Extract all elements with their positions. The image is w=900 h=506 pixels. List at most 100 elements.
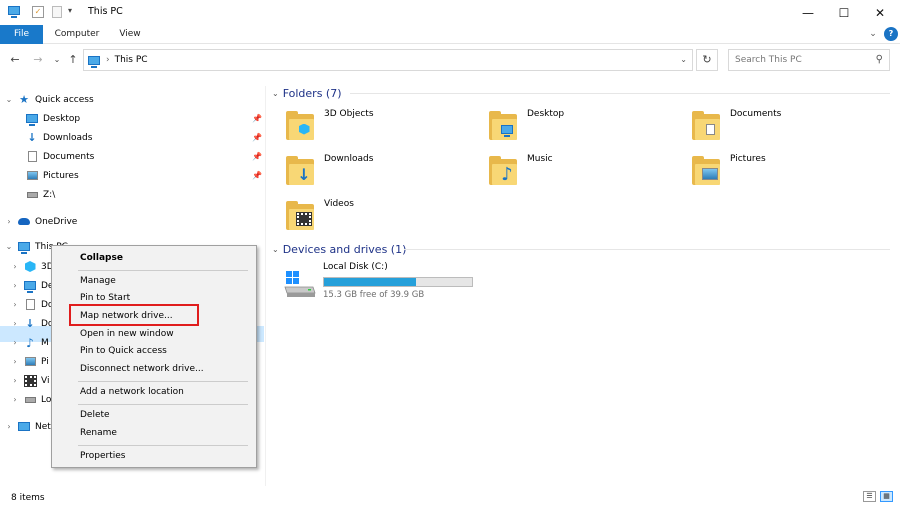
desktop-icon (25, 113, 39, 126)
nav-this-pc-downloads[interactable]: › ↓ Do (10, 314, 53, 333)
expanded-chevron-icon[interactable]: ⌄ (4, 242, 14, 251)
expanded-chevron-icon[interactable]: ⌄ (272, 89, 279, 98)
tab-computer[interactable]: Computer (48, 25, 106, 44)
folder-label: Desktop (527, 109, 565, 119)
folder-documents[interactable]: Documents (678, 109, 878, 150)
collapsed-chevron-icon[interactable]: › (10, 357, 20, 366)
nav-label: Pi (41, 356, 49, 367)
nav-this-pc-pictures[interactable]: › Pi (10, 352, 49, 371)
address-bar[interactable]: › This PC ⌄ (83, 49, 693, 71)
menu-item-pin-to-quick-access[interactable]: Pin to Quick access (80, 346, 167, 356)
group-title: Folders (7) (282, 86, 342, 100)
back-button[interactable]: ← (6, 51, 24, 69)
folders-group-header[interactable]: ⌄ Folders (7) (272, 84, 890, 102)
nav-this-pc-videos[interactable]: › Vi (10, 371, 49, 390)
folder-label: Downloads (324, 154, 374, 164)
folder-pictures[interactable]: Pictures (678, 154, 878, 195)
customize-toolbar-icon[interactable]: ▾ (68, 6, 72, 15)
collapsed-chevron-icon[interactable]: › (10, 262, 20, 271)
pin-icon[interactable]: 📌 (252, 171, 262, 180)
group-divider (350, 93, 890, 94)
search-icon[interactable]: ⚲ (876, 54, 883, 65)
menu-item-open-in-new-window[interactable]: Open in new window (80, 329, 174, 339)
collapsed-chevron-icon[interactable]: › (10, 338, 20, 347)
properties-quick-icon[interactable]: ✓ (32, 6, 44, 18)
minimize-button[interactable]: — (790, 0, 826, 25)
ribbon-tabs: File Computer View ⌄ ? (0, 25, 900, 44)
folder-downloads[interactable]: ↓ Downloads (272, 154, 472, 195)
nav-this-pc-documents[interactable]: › Do (10, 295, 53, 314)
collapsed-chevron-icon[interactable]: › (10, 300, 20, 309)
nav-label: Documents (43, 151, 95, 162)
nav-quick-desktop[interactable]: Desktop (22, 109, 80, 128)
drive-name: Local Disk (C:) (323, 262, 388, 272)
help-icon[interactable]: ? (884, 27, 898, 41)
nav-this-pc-3d-objects[interactable]: › 3D (10, 257, 54, 276)
collapsed-chevron-icon[interactable]: › (10, 395, 20, 404)
menu-item-disconnect-network-drive[interactable]: Disconnect network drive... (80, 364, 204, 374)
expanded-chevron-icon[interactable]: ⌄ (4, 95, 14, 104)
pin-icon[interactable]: 📌 (252, 133, 262, 142)
close-button[interactable]: ✕ (862, 0, 898, 25)
menu-item-delete[interactable]: Delete (80, 410, 110, 420)
folder-music[interactable]: ♪ Music (475, 154, 675, 195)
collapsed-chevron-icon[interactable]: › (10, 376, 20, 385)
nav-label: M (41, 337, 49, 348)
tab-view[interactable]: View (112, 25, 148, 44)
menu-item-manage[interactable]: Manage (80, 276, 116, 286)
address-dropdown-icon[interactable]: ⌄ (680, 55, 687, 64)
nav-label: OneDrive (35, 216, 78, 227)
menu-separator (78, 270, 248, 271)
menu-item-pin-to-start[interactable]: Pin to Start (80, 293, 130, 303)
menu-item-add-network-location[interactable]: Add a network location (80, 387, 184, 397)
details-view-icon[interactable]: ☰ (863, 491, 876, 502)
highlight-box (69, 304, 199, 326)
videos-icon (296, 212, 312, 226)
nav-quick-downloads[interactable]: ↓ Downloads (22, 128, 92, 147)
collapsed-chevron-icon[interactable]: › (4, 217, 14, 226)
nav-label: Z:\ (43, 189, 56, 200)
nav-quick-access[interactable]: ⌄ ★ Quick access (4, 90, 94, 109)
drives-group-header[interactable]: ⌄ Devices and drives (1) (272, 240, 890, 258)
menu-item-collapse[interactable]: Collapse (80, 253, 123, 263)
collapsed-chevron-icon[interactable]: › (4, 422, 14, 431)
folder-desktop[interactable]: Desktop (475, 109, 675, 150)
new-folder-quick-icon[interactable] (52, 6, 62, 18)
nav-label: Quick access (35, 94, 94, 105)
breadcrumb[interactable]: This PC (115, 55, 148, 65)
drive-local-disk-c[interactable]: Local Disk (C:) 15.3 GB free of 39.9 GB (282, 262, 482, 302)
nav-network[interactable]: › Net (4, 417, 50, 436)
star-icon: ★ (19, 93, 29, 106)
menu-item-properties[interactable]: Properties (80, 451, 125, 461)
folder-3d-objects[interactable]: 3D Objects (272, 109, 472, 150)
nav-onedrive[interactable]: › OneDrive (4, 212, 77, 231)
tab-file[interactable]: File (0, 25, 43, 44)
nav-quick-documents[interactable]: Documents (22, 147, 94, 166)
nav-this-pc-music[interactable]: › ♪ M (10, 333, 49, 352)
collapsed-chevron-icon[interactable]: › (10, 319, 20, 328)
pin-icon[interactable]: 📌 (252, 114, 262, 123)
menu-item-rename[interactable]: Rename (80, 428, 117, 438)
expanded-chevron-icon[interactable]: ⌄ (272, 245, 279, 254)
nav-this-pc-desktop[interactable]: › De (10, 276, 53, 295)
3d-objects-icon (23, 261, 37, 273)
folder-label: Music (527, 154, 553, 164)
up-button[interactable]: ↑ (64, 51, 82, 69)
maximize-button[interactable]: ☐ (826, 0, 862, 25)
forward-button[interactable]: → (29, 51, 47, 69)
refresh-button[interactable]: ↻ (696, 49, 718, 71)
expand-ribbon-icon[interactable]: ⌄ (866, 27, 880, 41)
breadcrumb-chevron-icon[interactable]: › (106, 55, 110, 65)
folder-videos[interactable]: Videos (272, 199, 472, 240)
nav-quick-pictures[interactable]: Pictures (22, 166, 79, 185)
search-box: ⚲ (728, 49, 890, 71)
nav-label: Desktop (43, 113, 81, 124)
network-drive-icon (25, 189, 39, 201)
nav-quick-z-drive[interactable]: Z:\ (22, 185, 55, 204)
search-input[interactable] (735, 55, 875, 65)
nav-this-pc-local-disk[interactable]: › Lo (10, 390, 51, 409)
large-icons-view-icon[interactable]: ▦ (880, 491, 893, 502)
title-bar: ✓ ▾ This PC — ☐ ✕ (0, 0, 900, 25)
collapsed-chevron-icon[interactable]: › (10, 281, 20, 290)
pin-icon[interactable]: 📌 (252, 152, 262, 161)
